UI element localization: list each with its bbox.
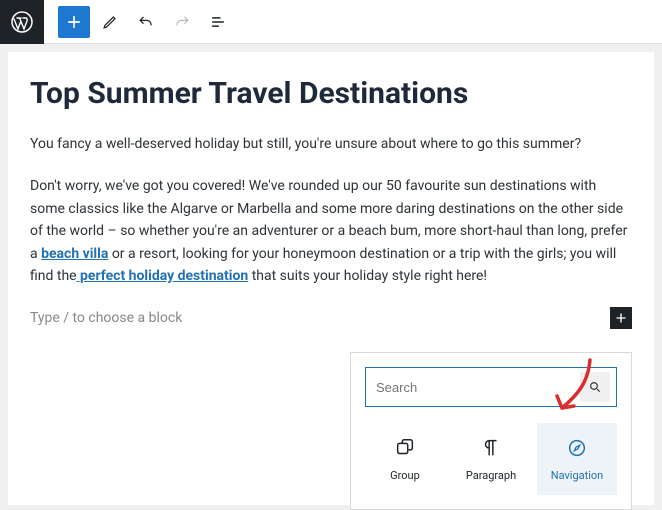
pencil-icon xyxy=(100,12,120,32)
redo-icon xyxy=(172,12,192,32)
group-icon xyxy=(394,437,416,459)
paragraph-icon xyxy=(480,437,502,459)
empty-block-row: Type / to choose a block xyxy=(30,307,632,329)
block-item-navigation[interactable]: Navigation xyxy=(537,423,617,495)
navigation-icon xyxy=(566,437,588,459)
block-inserter-popover: Group Paragraph Navigation xyxy=(350,352,632,510)
link-beach-villa[interactable]: beach villa xyxy=(41,246,108,262)
block-item-label: Paragraph xyxy=(466,469,516,482)
search-icon xyxy=(587,379,603,395)
block-suggestions: Group Paragraph Navigation xyxy=(365,423,617,495)
post-title[interactable]: Top Summer Travel Destinations xyxy=(30,76,632,111)
paragraph-block-2[interactable]: Don't worry, we've got you covered! We'v… xyxy=(30,175,632,287)
text-segment: that suits your holiday style right here… xyxy=(248,268,487,284)
plus-icon xyxy=(64,12,84,32)
block-search-field[interactable] xyxy=(365,367,617,407)
editor-top-bar xyxy=(0,0,662,44)
wordpress-logo[interactable] xyxy=(0,0,44,44)
add-block-toolbar-button[interactable] xyxy=(58,6,90,38)
editor-canvas: Top Summer Travel Destinations You fancy… xyxy=(8,52,654,505)
block-placeholder[interactable]: Type / to choose a block xyxy=(30,310,182,326)
block-item-label: Navigation xyxy=(551,469,604,482)
edit-mode-button[interactable] xyxy=(94,6,126,38)
paragraph-block-1[interactable]: You fancy a well-deserved holiday but st… xyxy=(30,133,632,155)
link-perfect-holiday[interactable]: perfect holiday destination xyxy=(77,268,249,284)
list-view-icon xyxy=(208,12,228,32)
plus-icon xyxy=(612,309,630,327)
block-item-label: Group xyxy=(390,469,420,482)
block-item-paragraph[interactable]: Paragraph xyxy=(451,423,531,495)
inline-inserter-button[interactable] xyxy=(610,307,632,329)
redo-button[interactable] xyxy=(166,6,198,38)
search-input[interactable] xyxy=(376,380,580,395)
search-button[interactable] xyxy=(580,372,610,402)
editor-toolbar xyxy=(44,6,234,38)
block-item-group[interactable]: Group xyxy=(365,423,445,495)
undo-button[interactable] xyxy=(130,6,162,38)
document-outline-button[interactable] xyxy=(202,6,234,38)
undo-icon xyxy=(136,12,156,32)
